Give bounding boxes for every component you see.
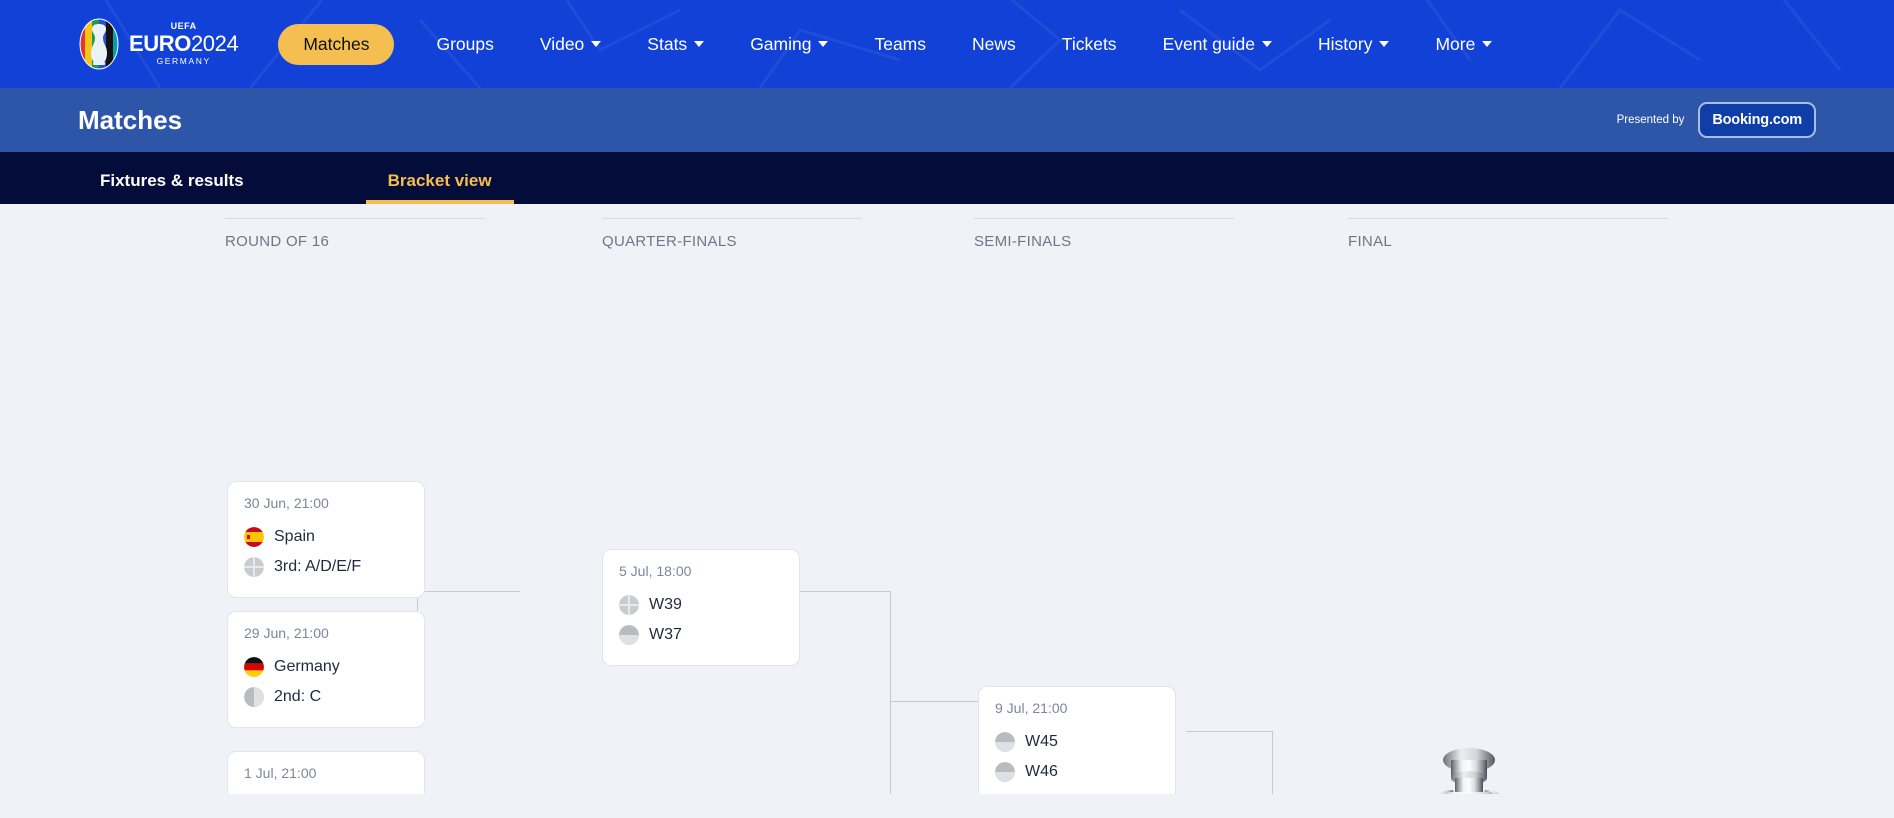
page-title-bar: Matches Presented by Booking.com [0, 88, 1894, 152]
euro2024-logo[interactable]: UEFA EURO2024 GERMANY [78, 18, 239, 70]
team-row-home: W39 [619, 590, 783, 620]
logo-wordmark: UEFA EURO2024 GERMANY [129, 21, 239, 67]
placeholder-hsplit-icon-icon [995, 732, 1015, 752]
nav-item-label: Groups [436, 33, 494, 54]
team-name: Germany [274, 658, 340, 675]
team-row-home: Germany [244, 652, 408, 682]
match-card[interactable]: 9 Jul, 21:00 W45 W46 [978, 686, 1176, 794]
tab-bracket-view[interactable]: Bracket view [365, 171, 514, 204]
page-title: Matches [78, 104, 183, 135]
presented-by-label: Presented by [1616, 114, 1685, 126]
top-navigation-bar: UEFA EURO2024 GERMANY Matches Groups Video… [0, 0, 1894, 88]
henri-delaunay-trophy-icon [1438, 748, 1500, 794]
booking-com-logo[interactable]: Booking.com [1698, 102, 1816, 138]
team-name: Spain [274, 528, 315, 545]
team-name: W46 [1025, 763, 1058, 780]
nav-item-label: Teams [874, 33, 927, 54]
view-tabs: Fixtures & results Bracket view [0, 152, 1894, 204]
nav-item-label: News [972, 33, 1016, 54]
nav-item-stats[interactable]: Stats [647, 24, 705, 65]
nav-item-matches[interactable]: Matches [278, 23, 395, 65]
nav-item-label: Event guide [1162, 33, 1255, 54]
nav-item-history[interactable]: History [1318, 24, 1390, 65]
match-card[interactable]: 5 Jul, 18:00 W39 W37 [602, 549, 800, 666]
chevron-down-icon [694, 41, 705, 47]
placeholder-hsplit-icon-icon [619, 625, 639, 645]
match-date-time: 9 Jul, 21:00 [995, 700, 1068, 716]
nav-item-news[interactable]: News [972, 24, 1016, 65]
team-name: W37 [649, 626, 682, 643]
nav-item-label: Video [539, 33, 585, 54]
team-row-away: W37 [619, 620, 783, 650]
match-card[interactable]: 29 Jun, 21:00 Germany 2nd: C [227, 611, 425, 728]
match-date-time: 30 Jun, 21:00 [244, 495, 329, 511]
team-name: 2nd: C [274, 688, 322, 705]
team-row-home: Portugal [244, 792, 408, 794]
connector-sf1-out [1186, 731, 1272, 732]
tab-fixtures-results[interactable]: Fixtures & results [78, 171, 266, 204]
match-card[interactable]: 1 Jul, 21:00Portugal3rd: A/B/C [227, 751, 425, 794]
team-name: W39 [649, 596, 682, 613]
chevron-down-icon [1262, 41, 1272, 47]
team-name: W45 [1025, 733, 1058, 750]
nav-item-gaming[interactable]: Gaming [750, 24, 829, 65]
chevron-down-icon [1482, 41, 1493, 47]
nav-item-teams[interactable]: Teams [874, 24, 926, 65]
nav-item-event-guide[interactable]: Event guide [1163, 24, 1272, 65]
team-row-home: Spain [244, 522, 408, 552]
logo-euro-text: EURO2024 [129, 31, 239, 57]
team-row-away: 3rd: A/D/E/F [244, 552, 408, 582]
match-date-time: 5 Jul, 18:00 [619, 563, 692, 579]
connector-sf1-in [890, 701, 980, 702]
chevron-down-icon [591, 41, 602, 47]
connector-final-vertical [1272, 731, 1273, 794]
placeholder-cross-icon-icon [619, 595, 639, 615]
team-name: 3rd: A/D/E/F [274, 558, 362, 575]
nav-item-label: Stats [647, 33, 688, 54]
nav-item-more[interactable]: More [1435, 24, 1493, 65]
match-card[interactable]: 30 Jun, 21:00 Spain 3rd: A/D/E/F [227, 481, 425, 598]
round-header-final: FINAL [1348, 218, 1668, 250]
flag-spain-icon [244, 527, 264, 547]
round-header-round-of-16: ROUND OF 16 [225, 218, 485, 250]
sponsor-block: Presented by Booking.com [1617, 102, 1816, 138]
match-date-time: 29 Jun, 21:00 [244, 625, 329, 641]
nav-item-label: Gaming [750, 33, 812, 54]
team-row-home: W45 [995, 727, 1159, 757]
round-header-quarter-finals: QUARTER-FINALS [602, 218, 862, 250]
connector-sf1-vertical [890, 591, 891, 794]
placeholder-cross-icon-icon [244, 557, 264, 577]
flag-germany-icon [244, 657, 264, 677]
logo-uefa-text: UEFA [170, 21, 197, 32]
nav-items: Matches Groups Video Stats Gaming Teams News Ti… [278, 23, 1894, 65]
placeholder-hsplit-icon-icon [995, 762, 1015, 782]
team-row-away: 2nd: C [244, 682, 408, 712]
nav-item-label: Matches [303, 33, 370, 54]
match-date-time: 1 Jul, 21:00 [244, 765, 317, 781]
nav-item-label: Tickets [1061, 33, 1117, 54]
placeholder-vsplit-icon-icon [244, 687, 264, 707]
nav-item-label: History [1318, 33, 1373, 54]
round-header-semi-finals: SEMI-FINALS [974, 218, 1234, 250]
team-row-away: W46 [995, 757, 1159, 787]
nav-item-groups[interactable]: Groups [436, 24, 493, 65]
chevron-down-icon [1379, 41, 1390, 47]
euro2024-trophy-logo-icon [79, 18, 119, 70]
chevron-down-icon [818, 41, 829, 47]
logo-host-text: GERMANY [156, 56, 211, 67]
nav-item-tickets[interactable]: Tickets [1062, 24, 1117, 65]
nav-item-label: More [1435, 33, 1476, 54]
connector-qf1-in [417, 591, 520, 592]
bracket-view: ROUND OF 16 QUARTER-FINALS SEMI-FINALS FINA… [0, 204, 1894, 794]
nav-item-video[interactable]: Video [539, 24, 602, 65]
